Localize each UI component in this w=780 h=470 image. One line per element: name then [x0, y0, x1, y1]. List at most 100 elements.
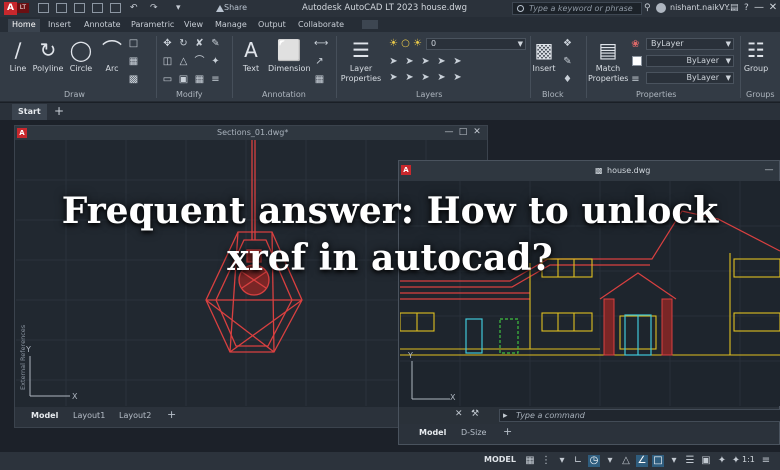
layer-tool-icon[interactable]: ➤: [436, 72, 447, 83]
layer-tool-icon[interactable]: ➤: [452, 72, 463, 83]
tab-d-size[interactable]: D-Size: [461, 428, 486, 437]
dimension-tool-button[interactable]: ⬜ Dimension: [268, 36, 311, 73]
annotation-scale-icon[interactable]: ✦: [716, 455, 728, 467]
freeze-icon[interactable]: ☀: [412, 38, 423, 49]
create-block-icon[interactable]: ❖: [562, 38, 573, 49]
edit-block-icon[interactable]: ✎: [562, 56, 573, 67]
layer-state-icon[interactable]: ☀: [388, 38, 399, 49]
layer-dropdown[interactable]: 0 ▼: [426, 38, 526, 50]
search-go-icon[interactable]: ⚲: [644, 3, 651, 13]
block-panel-title[interactable]: Block: [542, 90, 564, 99]
tab-layout1[interactable]: Layout1: [73, 411, 105, 420]
tab-annotate[interactable]: Annotate: [80, 19, 125, 32]
explode-icon[interactable]: ✦: [210, 56, 221, 67]
mirror-icon[interactable]: △: [178, 56, 189, 67]
rectangle-icon[interactable]: □: [128, 38, 139, 49]
minimize-button[interactable]: —: [752, 1, 766, 15]
app-menu-button[interactable]: A: [4, 2, 17, 15]
layers-panel-title[interactable]: Layers: [416, 90, 442, 99]
snap-icon[interactable]: ⋮: [540, 455, 552, 467]
arc-tool-button[interactable]: ⌒ Arc: [100, 36, 124, 73]
grid-icon[interactable]: ▦: [524, 455, 536, 467]
new-tab-button[interactable]: +: [54, 104, 64, 118]
list-icon[interactable]: ≡: [630, 74, 641, 85]
minimize-button[interactable]: —: [443, 127, 455, 137]
linetype-dropdown[interactable]: ByLayer ▼: [646, 55, 734, 67]
open-folder-icon[interactable]: [56, 3, 67, 13]
trim-icon[interactable]: ✘: [194, 38, 205, 49]
match-properties-button[interactable]: ▤ Match Properties: [588, 36, 628, 84]
layer-properties-button[interactable]: ☰ Layer Properties: [340, 36, 382, 84]
color-wheel-icon[interactable]: ❀: [630, 39, 641, 50]
scale-icon[interactable]: ▣: [178, 74, 189, 85]
fillet-icon[interactable]: ⌒: [194, 56, 205, 67]
ortho-icon[interactable]: ∟: [572, 455, 584, 467]
tab-collaborate[interactable]: Collaborate: [294, 19, 348, 32]
groups-panel-title[interactable]: Groups: [746, 90, 775, 99]
tab-start[interactable]: Start: [12, 104, 47, 120]
annotation-panel-title[interactable]: Annotation: [262, 90, 306, 99]
rotate-icon[interactable]: ↻: [178, 38, 189, 49]
command-input[interactable]: ▸ Type a command: [499, 409, 780, 422]
osnap-dropdown-icon[interactable]: ▾: [668, 455, 680, 467]
array-icon[interactable]: ▦: [194, 74, 205, 85]
circle-tool-button[interactable]: ◯ Circle: [68, 36, 94, 73]
layer-tool-icon[interactable]: ➤: [388, 72, 399, 83]
table-icon[interactable]: ▦: [314, 74, 325, 85]
annotation-visibility-icon[interactable]: ✦: [730, 455, 742, 467]
cart-icon[interactable]: ▤: [730, 3, 739, 13]
tab-view[interactable]: View: [180, 19, 207, 32]
copy-icon[interactable]: ◫: [162, 56, 173, 67]
search-input[interactable]: Type a keyword or phrase: [512, 2, 642, 15]
undo-icon[interactable]: ↶: [130, 3, 138, 13]
tab-layout2[interactable]: Layout2: [119, 411, 151, 420]
polar-dropdown-icon[interactable]: ▾: [604, 455, 616, 467]
attribute-icon[interactable]: ♦: [562, 74, 573, 85]
close-button[interactable]: ✕: [766, 1, 780, 15]
tab-home[interactable]: Home: [8, 19, 40, 32]
tab-model[interactable]: Model: [31, 411, 58, 420]
minimize-button[interactable]: —: [763, 165, 775, 175]
modify-panel-title[interactable]: Modify: [176, 90, 203, 99]
gradient-icon[interactable]: ▩: [128, 74, 139, 85]
redo-icon[interactable]: ↷: [150, 3, 158, 13]
layer-tool-icon[interactable]: ➤: [436, 56, 447, 67]
move-icon[interactable]: ✥: [162, 38, 173, 49]
layer-tool-icon[interactable]: ➤: [404, 72, 415, 83]
object-snap-icon[interactable]: □: [652, 455, 664, 467]
erase-icon[interactable]: ✎: [210, 38, 221, 49]
close-button[interactable]: ✕: [471, 127, 483, 137]
wrench-icon[interactable]: ⚒: [471, 409, 479, 419]
new-file-icon[interactable]: [38, 3, 49, 13]
text-tool-button[interactable]: A Text: [238, 36, 264, 73]
group-button[interactable]: ☷ Group: [742, 36, 770, 73]
annotation-scale-value[interactable]: 1:1: [742, 455, 755, 464]
layer-tool-icon[interactable]: ➤: [452, 56, 463, 67]
add-layout-button[interactable]: +: [503, 425, 512, 438]
help-icon[interactable]: ?: [744, 3, 749, 13]
linear-dim-icon[interactable]: ⟷: [314, 38, 328, 49]
save-icon[interactable]: [74, 3, 85, 13]
close-icon[interactable]: ✕: [455, 409, 463, 419]
user-avatar-icon[interactable]: [656, 3, 666, 13]
layer-tool-icon[interactable]: ➤: [420, 72, 431, 83]
polyline-tool-button[interactable]: ↻ Polyline: [32, 36, 64, 73]
ribbon-options-button[interactable]: [362, 20, 378, 29]
stretch-icon[interactable]: ▭: [162, 74, 173, 85]
lineweight-dropdown[interactable]: ByLayer ▼: [646, 72, 734, 84]
lock-icon[interactable]: ○: [400, 38, 411, 49]
customization-menu-icon[interactable]: ≡: [760, 455, 772, 467]
line-tool-button[interactable]: ∕ Line: [6, 36, 30, 73]
tab-output[interactable]: Output: [254, 19, 290, 32]
external-references-palette-label[interactable]: External References: [19, 325, 27, 390]
print-icon[interactable]: [110, 3, 121, 13]
isodraft-icon[interactable]: △: [620, 455, 632, 467]
maximize-button[interactable]: □: [457, 127, 469, 137]
layer-tool-icon[interactable]: ➤: [420, 56, 431, 67]
tab-model[interactable]: Model: [419, 428, 446, 437]
tab-parametric[interactable]: Parametric: [127, 19, 178, 32]
layer-tool-icon[interactable]: ➤: [388, 56, 399, 67]
model-space-button[interactable]: MODEL: [484, 455, 516, 464]
qat-dropdown-icon[interactable]: ▾: [176, 3, 181, 13]
lineweight-icon[interactable]: ☰: [684, 455, 696, 467]
